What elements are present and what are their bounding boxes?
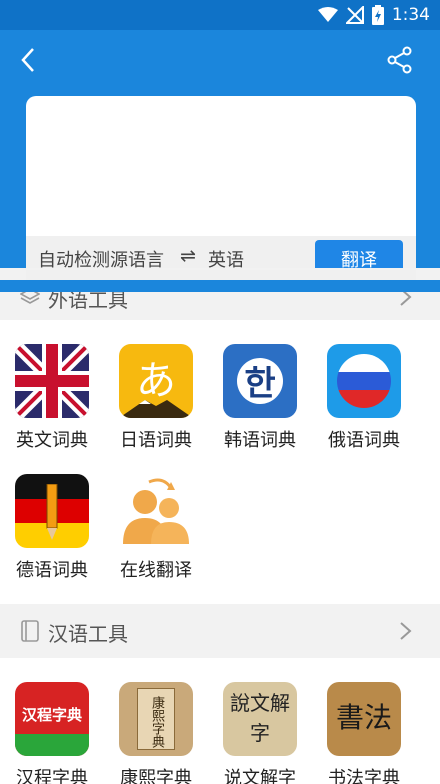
korean-icon: 한 [223, 344, 297, 418]
tool-label: 说文解字 [224, 768, 296, 784]
chevron-left-icon [21, 48, 34, 72]
mountain-icon [119, 400, 193, 418]
russia-flag-icon [327, 344, 401, 418]
tool-shuowen-dictionary[interactable]: 說文解字 说文解字 [208, 682, 312, 784]
swap-languages-icon[interactable]: ⇌ [180, 245, 196, 267]
kangxi-logo-icon: 康熙字典 [119, 682, 193, 756]
tool-label: 在线翻译 [120, 560, 192, 581]
share-button[interactable] [380, 40, 420, 80]
tool-label: 康熙字典 [120, 768, 192, 784]
share-icon [387, 46, 412, 74]
calligraphy-logo-text: 書法 [335, 701, 392, 734]
section-title-chinese: 汉语工具 [48, 622, 128, 646]
battery-charging-icon [371, 5, 384, 25]
tool-label: 俄语词典 [328, 430, 400, 451]
screen: 1:34 自动检测源语言 ⇌ 英语 翻译 外语工具 英文词典 あ 日语词典 한 … [0, 0, 440, 784]
kangxi-logo-text: 康熙字典 [149, 696, 164, 748]
tool-label: 汉程字典 [16, 768, 88, 784]
tool-label: 日语词典 [120, 430, 192, 451]
back-button[interactable] [8, 40, 48, 80]
status-time: 1:34 [391, 5, 430, 25]
shuowen-logo-icon: 說文解字 [223, 682, 297, 756]
pencil-icon [46, 484, 58, 540]
tool-german-dictionary[interactable]: 德语词典 [0, 474, 104, 592]
tool-label: 书法字典 [328, 768, 400, 784]
tool-label: 德语词典 [16, 560, 88, 581]
book-icon [21, 620, 39, 642]
status-bar: 1:34 [0, 0, 440, 30]
hancheng-logo-text: 汉程字典 [21, 706, 82, 724]
tool-english-dictionary[interactable]: 英文词典 [0, 344, 104, 462]
uk-flag-icon [15, 344, 89, 418]
tool-calligraphy-dictionary[interactable]: 書法 书法字典 [312, 682, 416, 784]
wifi-icon [317, 7, 338, 22]
status-icons: 1:34 [317, 4, 430, 26]
users-icon [119, 474, 193, 548]
header-bottom-edge [0, 280, 440, 292]
card-bottom-edge [26, 270, 416, 280]
translate-input[interactable] [26, 96, 416, 236]
shuowen-logo-text: 說文解字 [230, 691, 290, 745]
tool-label: 英文词典 [16, 430, 88, 451]
translate-card: 自动检测源语言 ⇌ 英语 翻译 [26, 96, 416, 280]
section-header-chinese[interactable]: 汉语工具 [0, 604, 440, 658]
calligraphy-logo-icon: 書法 [327, 682, 401, 756]
chinese-tools-grid: 汉程字典 汉程字典 康熙字典 康熙字典 說文解字 说文解字 書法 书法字典 [0, 658, 440, 784]
hancheng-logo-icon: 汉程字典 [15, 682, 89, 756]
tool-kangxi-dictionary[interactable]: 康熙字典 康熙字典 [104, 682, 208, 784]
tool-russian-dictionary[interactable]: 俄语词典 [312, 344, 416, 462]
tool-korean-dictionary[interactable]: 한 韩语词典 [208, 344, 312, 462]
korean-glyph: 한 [244, 364, 276, 404]
tool-japanese-dictionary[interactable]: あ 日语词典 [104, 344, 208, 462]
no-signal-icon [345, 6, 364, 24]
foreign-tools-grid: 英文词典 あ 日语词典 한 韩语词典 俄语词典 德语词典 在线翻译 [0, 320, 440, 604]
japanese-icon: あ [119, 344, 193, 418]
chevron-right-icon [400, 622, 412, 640]
tool-online-translate[interactable]: 在线翻译 [104, 474, 208, 592]
germany-flag-icon [15, 474, 89, 548]
tool-label: 韩语词典 [224, 430, 296, 451]
tool-hancheng-dictionary[interactable]: 汉程字典 汉程字典 [0, 682, 104, 784]
